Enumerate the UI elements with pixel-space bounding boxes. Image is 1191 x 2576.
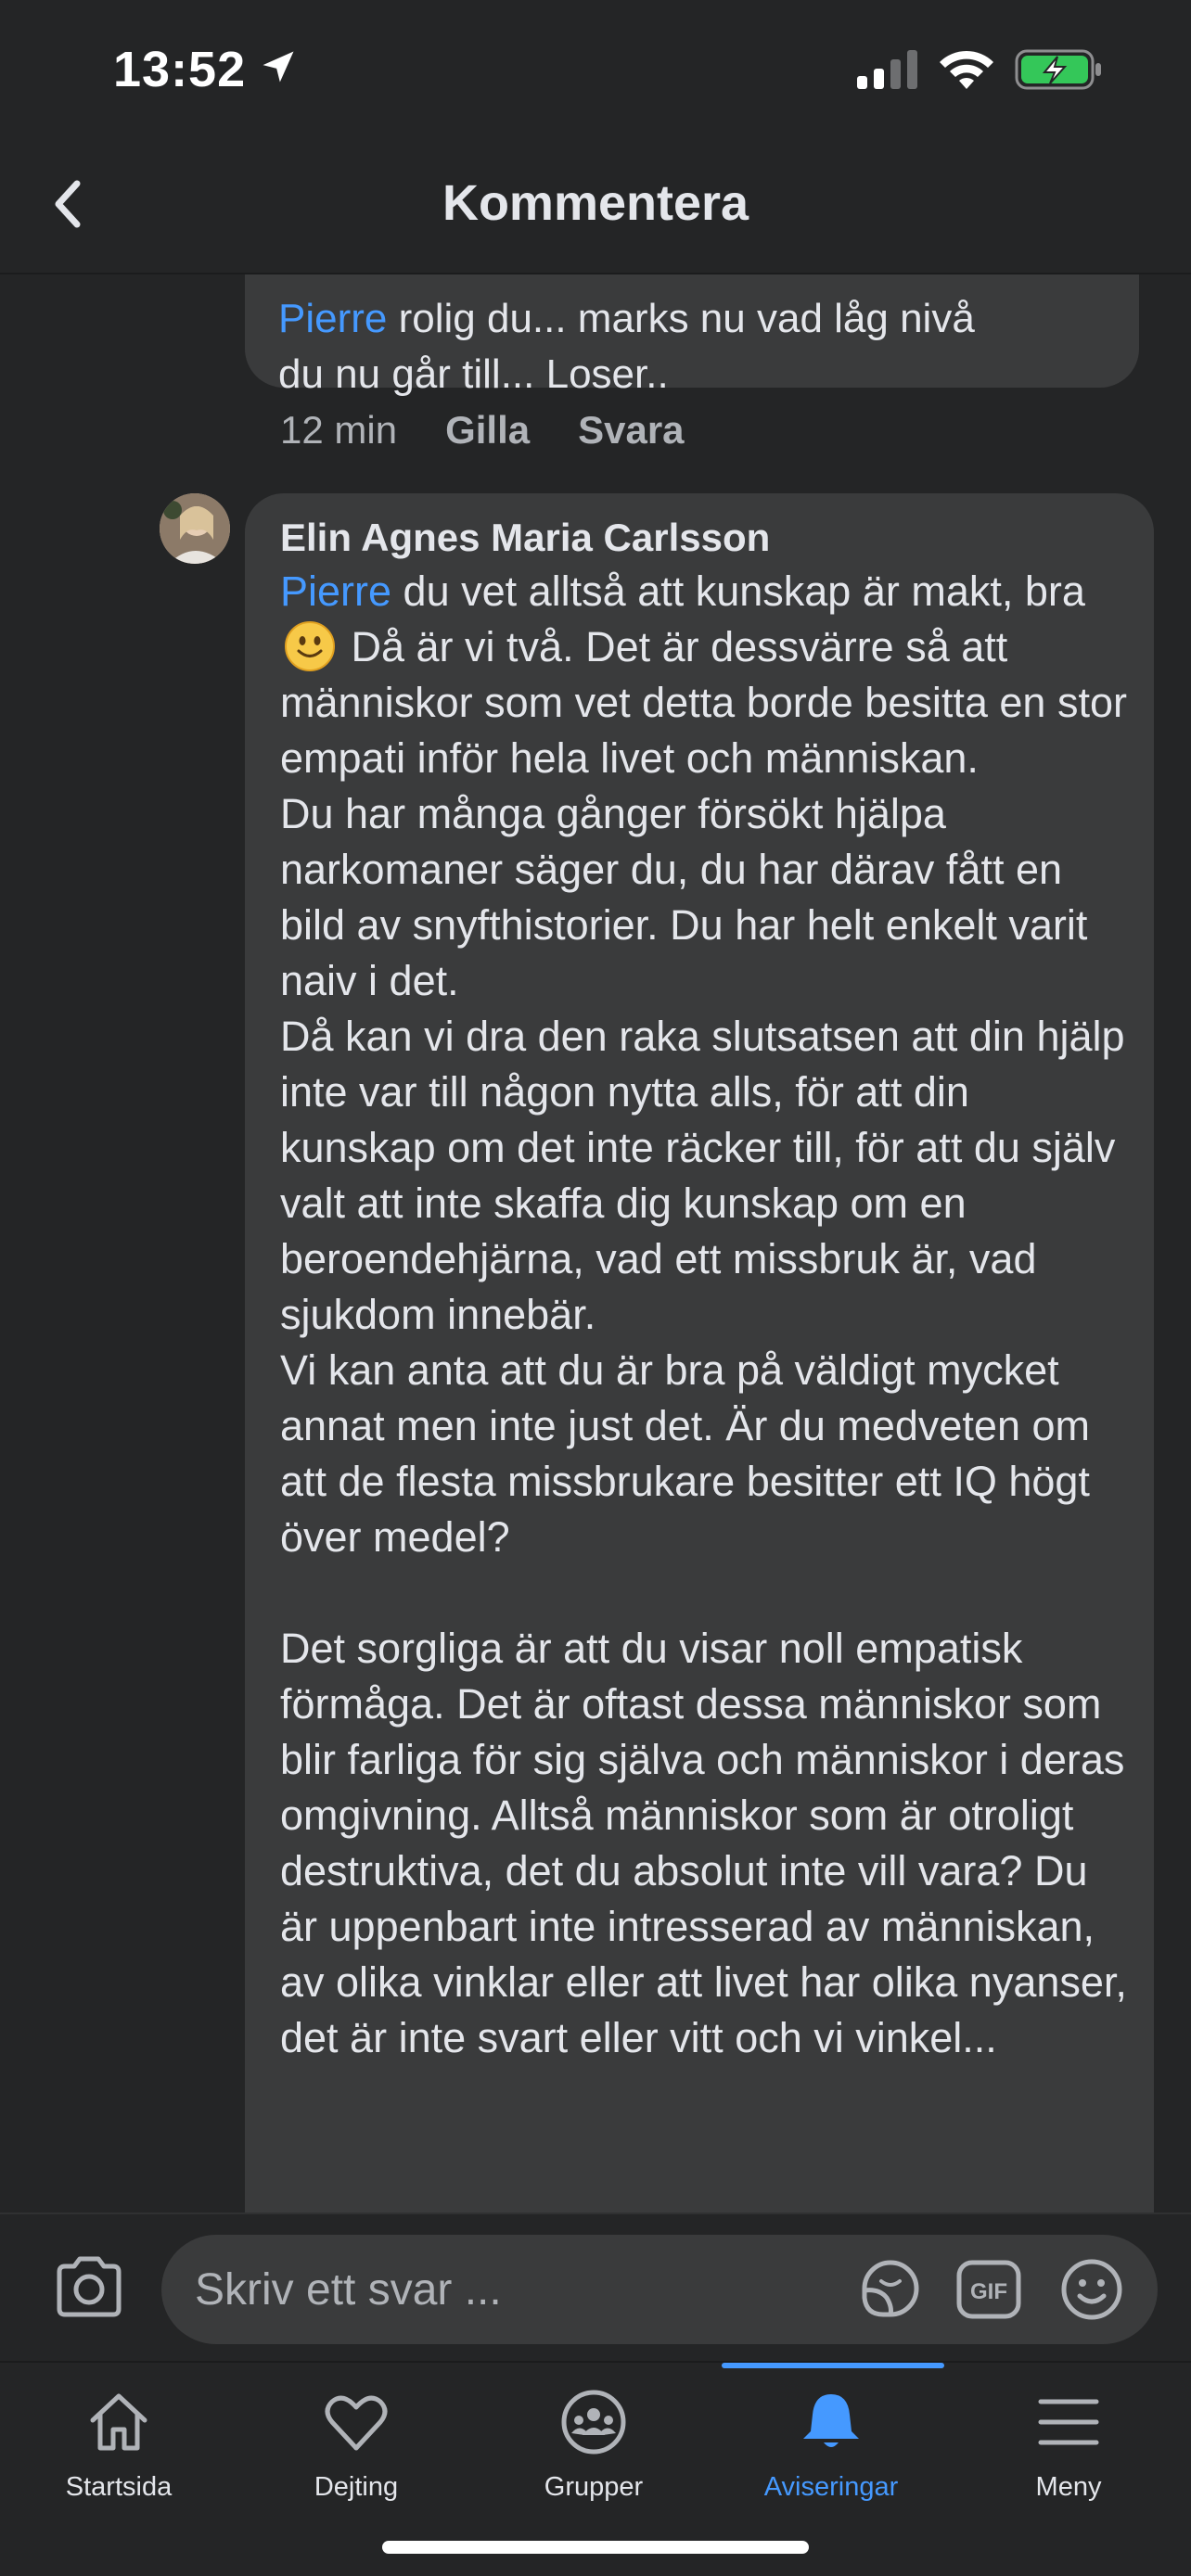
battery-charging-icon — [1015, 49, 1101, 90]
tab-label: Aviseringar — [763, 2472, 899, 2502]
avatar[interactable] — [160, 493, 230, 564]
location-arrow-icon — [263, 51, 294, 83]
comment-continuation: Då är vi två. Det är dessvärre så att mä… — [280, 623, 1127, 782]
status-time: 13:52 — [113, 42, 247, 97]
comment-paragraph: Vi kan anta att du är bra på väldigt myc… — [280, 1346, 1090, 1561]
reply-button[interactable]: Svara — [578, 408, 684, 453]
comment-bubble: Elin Agnes Maria Carlsson Pierre du vet … — [245, 493, 1154, 2213]
heart-icon — [325, 2395, 388, 2451]
comment-timestamp: 12 min — [280, 408, 398, 452]
svg-text:GIF: GIF — [970, 2279, 1007, 2304]
comment-actions: 12 min Gilla Svara — [280, 402, 685, 458]
tab-grupper[interactable]: Grupper — [475, 2363, 712, 2530]
tab-label: Startsida — [65, 2472, 173, 2502]
tab-label: Dejting — [314, 2472, 399, 2502]
profile-photo-icon — [160, 493, 230, 564]
bottom-tab-bar: Startsida Dejting Grupper Aviseringar Me… — [0, 2361, 1191, 2576]
mention-link[interactable]: Pierre — [278, 296, 387, 341]
previous-comment-bubble: Pierre rolig du... marks nu vad låg nivå… — [245, 274, 1139, 397]
comment-thread[interactable]: Pierre rolig du... marks nu vad låg nivå… — [0, 274, 1191, 2213]
mention-link[interactable]: Pierre — [280, 567, 391, 615]
comment-paragraph: Då kan vi dra den raka slutsatsen att di… — [280, 1013, 1125, 1338]
like-button[interactable]: Gilla — [445, 408, 530, 453]
reply-input[interactable] — [195, 2235, 844, 2344]
cellular-signal-icon — [857, 50, 917, 89]
status-bar: 13:52 — [0, 0, 1191, 139]
camera-icon[interactable] — [52, 2253, 126, 2320]
comment-paragraph-spacer — [280, 1565, 1133, 1621]
tab-dejting[interactable]: Dejting — [237, 2363, 475, 2530]
tab-aviseringar[interactable]: Aviseringar — [712, 2363, 950, 2530]
previous-comment-line-2: du nu går till... Loser.. — [278, 351, 669, 397]
reply-input-container[interactable]: GIF — [161, 2235, 1158, 2344]
header: Kommentera — [0, 139, 1191, 274]
sticker-icon[interactable] — [855, 2257, 924, 2322]
comment-paragraph: Pierre du vet alltså att kunskap är makt… — [280, 564, 1133, 786]
slightly-smiling-face-icon — [285, 621, 335, 671]
tab-meny[interactable]: Meny — [950, 2363, 1187, 2530]
menu-icon — [1038, 2399, 1099, 2445]
reply-composer: GIF — [0, 2213, 1191, 2361]
groups-icon — [561, 2390, 626, 2455]
gif-icon[interactable]: GIF — [955, 2259, 1022, 2320]
previous-comment-text: rolig du... marks nu vad låg nivå — [387, 296, 975, 341]
comment-paragraph: Det sorgliga är att du visar noll empati… — [280, 1625, 1127, 2061]
comment-body: Pierre du vet alltså att kunskap är makt… — [280, 564, 1133, 2066]
tab-startsida[interactable]: Startsida — [0, 2363, 237, 2530]
home-icon — [90, 2393, 147, 2451]
comment-intro: du vet alltså att kunskap är makt, bra — [391, 567, 1085, 615]
previous-comment-line-1: Pierre rolig du... marks nu vad låg nivå — [278, 291, 975, 347]
comment-paragraph: Du har många gånger försökt hjälpa narko… — [280, 790, 1088, 1004]
tab-label: Grupper — [544, 2472, 644, 2502]
tab-label: Meny — [1035, 2472, 1102, 2502]
home-indicator — [382, 2541, 809, 2554]
wifi-icon — [940, 50, 993, 89]
page-title: Kommentera — [442, 175, 749, 231]
comment-author[interactable]: Elin Agnes Maria Carlsson — [280, 516, 770, 560]
bell-icon — [803, 2394, 859, 2447]
emoji-icon[interactable] — [1059, 2257, 1124, 2322]
